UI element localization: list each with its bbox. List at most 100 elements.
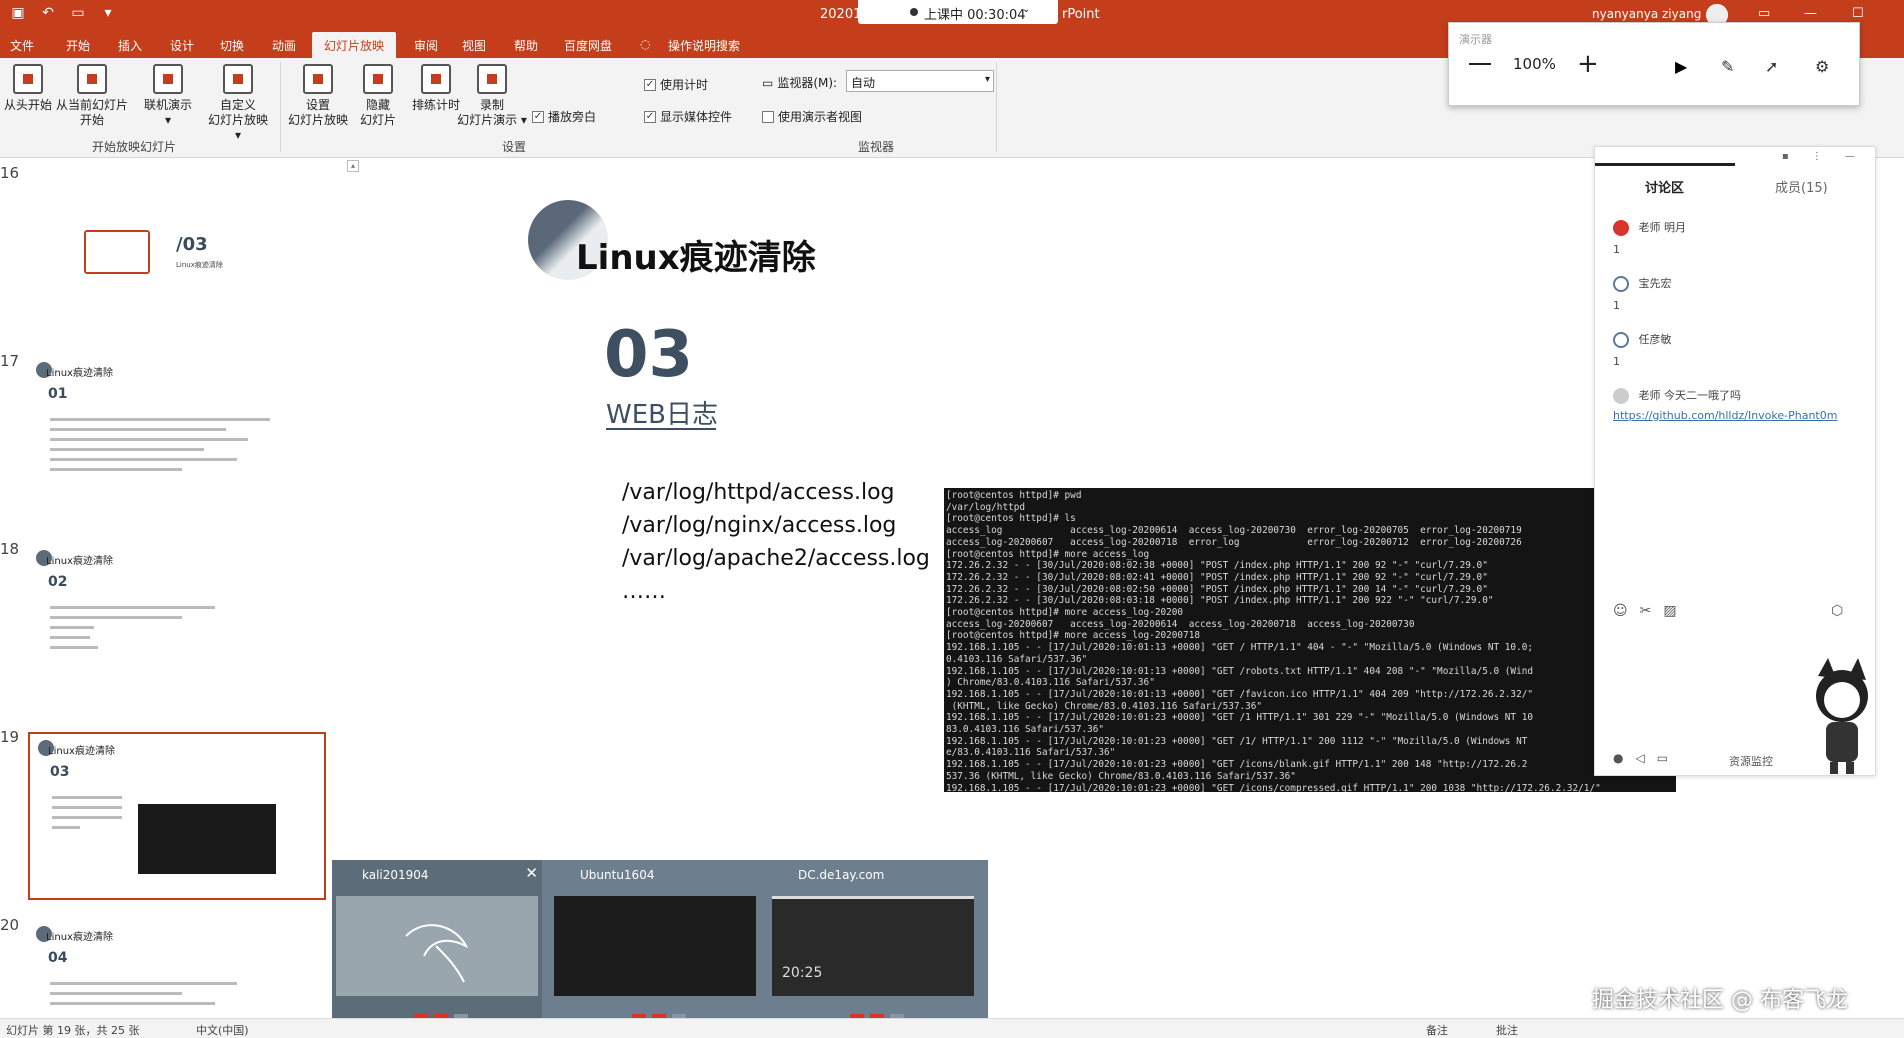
mic-icon[interactable]: ● (1613, 751, 1635, 765)
setup-slideshow-button[interactable]: 设置 幻灯片放映 (284, 64, 352, 128)
slide-thumbnail-18[interactable]: Linux痕迹清除 02 (28, 544, 326, 712)
monitor-label: ▭ 监视器(M): (762, 75, 838, 91)
tab-home[interactable]: 开始 (66, 37, 90, 54)
use-timings-checkbox[interactable]: ✓ 使用计时 (644, 76, 708, 93)
undo-icon[interactable]: ↶ (40, 5, 56, 21)
terminal-line: 83.0.4103.116 Safari/537.36" (946, 724, 1105, 736)
ribbon-display-icon[interactable]: ▭ (1758, 6, 1770, 21)
language-status[interactable]: 中文(中国) (196, 1022, 249, 1038)
chat-message-text: 1 (1613, 299, 1620, 312)
pointer-icon[interactable]: ➚ (1765, 57, 1778, 76)
ribbon-divider (996, 62, 997, 152)
slide-thumbnail-19[interactable]: Linux痕迹清除 03 (28, 732, 326, 900)
chat-message-text: 1 (1613, 355, 1620, 368)
tab-discussion[interactable]: 讨论区 (1645, 177, 1684, 196)
emoji-icon[interactable]: ☺ (1613, 603, 1640, 619)
gear-icon[interactable]: ⚙ (1815, 57, 1829, 76)
user-name[interactable]: nyanyanya ziyang (1592, 7, 1701, 21)
slide-section-number: 03 (604, 318, 694, 392)
scissors-icon[interactable]: ✂ (1640, 603, 1664, 619)
monitor-select[interactable]: 自动 ▾ (846, 70, 994, 92)
scroll-up-icon[interactable]: ▴ (347, 160, 359, 172)
qat-more-icon[interactable]: ▾ (100, 5, 116, 21)
tab-baidu-netdisk[interactable]: 百度网盘 (564, 37, 612, 54)
terminal-line: 192.168.1.105 - - [17/Jul/2020:10:01:23 … (946, 759, 1528, 771)
record-slideshow-button[interactable]: 录制 幻灯片演示 ▾ (456, 64, 528, 128)
vm-name: DC.de1ay.com (798, 868, 885, 882)
subtitle-underline (606, 428, 716, 430)
terminal-screenshot: [root@centos httpd]# pwd/var/log/httpd [r… (944, 488, 1676, 792)
tab-design[interactable]: 设计 (170, 37, 194, 54)
play-narration-checkbox[interactable]: ✓ 播放旁白 (532, 108, 596, 125)
from-current-slide-button[interactable]: 从当前幻灯片 开始 (54, 64, 130, 128)
vm-switcher: kali201904 ✕ Ubuntu1604 DC.de1ay.com 20:… (332, 860, 988, 1038)
panel-window-controls[interactable]: ▪ ⋮ — (1782, 151, 1865, 162)
play-icon[interactable]: ▶ (1675, 57, 1687, 76)
show-media-controls-checkbox[interactable]: ✓ 显示媒体控件 (644, 108, 732, 125)
terminal-line: access_log access_log-20200614 access_lo… (946, 525, 1522, 537)
maximize-icon[interactable]: ☐ (1852, 6, 1864, 21)
slideshow-icon[interactable]: ▭ (70, 5, 86, 21)
log-paths-list: /var/log/httpd/access.log /var/log/nginx… (622, 476, 930, 608)
app-title: rPoint (1062, 7, 1100, 22)
slide-number: 18 (0, 540, 20, 558)
slide-thumbnail-16[interactable]: /03 Linux痕迹清除 (28, 168, 326, 336)
from-beginning-button[interactable]: 从头开始 (2, 64, 54, 113)
speaker-icon[interactable]: ◁ (1635, 751, 1656, 765)
terminal-line: 192.168.1.105 - - [17/Jul/2020:10:01:13 … (946, 688, 1533, 700)
vm-screen (554, 896, 756, 996)
presenter-view-checkbox[interactable]: 使用演示者视图 (762, 108, 862, 125)
terminal-line: 192.168.1.105 - - [17/Jul/2020:10:01:13 … (946, 642, 1533, 654)
hide-slide-button[interactable]: 隐藏 幻灯片 (352, 64, 404, 128)
settings-hex-icon[interactable]: ⬡ (1831, 603, 1843, 619)
document-title: 20201 (820, 7, 862, 22)
chat-message-text: 1 (1613, 243, 1620, 256)
image-icon[interactable]: ▨ (1663, 603, 1688, 619)
pen-icon[interactable]: ✎ (1721, 57, 1734, 76)
vm-thumbnail-kali[interactable]: kali201904 ✕ (332, 860, 542, 1038)
tab-file[interactable]: 文件 (10, 37, 34, 54)
close-icon[interactable]: ✕ (525, 864, 538, 882)
checkbox-unchecked-icon (762, 110, 774, 123)
tab-view[interactable]: 视图 (462, 37, 486, 54)
slideshow-start-icon (13, 64, 43, 94)
chat-link[interactable]: https://github.com/hlldz/Invoke-Phant0m (1613, 409, 1837, 422)
thumb-caption: Linux痕迹清除 (176, 261, 223, 269)
custom-slideshow-button[interactable]: 自定义 幻灯片放映 ▾ (204, 64, 272, 143)
avatar (1613, 332, 1629, 348)
zoom-out-icon[interactable] (1469, 63, 1491, 65)
tab-transitions[interactable]: 切换 (220, 37, 244, 54)
tab-slideshow[interactable]: 幻灯片放映 (312, 32, 397, 60)
class-timer[interactable]: 上课中 00:30:04 ⌄ (858, 0, 1058, 24)
resource-monitor[interactable]: 资源监控 (1729, 753, 1773, 769)
minimize-icon[interactable]: — (1804, 6, 1817, 21)
checkbox-checked-icon: ✓ (532, 110, 544, 123)
tell-me-search[interactable]: 操作说明搜索 (668, 37, 740, 54)
slide-title: Linux痕迹清除 (576, 238, 816, 278)
terminal-line: 172.26.2.32 - - [30/Jul/2020:08:02:41 +0… (946, 571, 1488, 583)
tab-animations[interactable]: 动画 (272, 37, 296, 54)
vm-thumbnail-ubuntu[interactable]: Ubuntu1604 (550, 860, 760, 1038)
slide-thumbnail-17[interactable]: Linux痕迹清除 01 (28, 356, 326, 524)
tab-members[interactable]: 成员(15) (1775, 177, 1828, 196)
tab-review[interactable]: 审阅 (414, 37, 438, 54)
comments-button[interactable]: 批注 (1496, 1022, 1518, 1038)
terminal-line: [root@centos httpd]# more access_log (946, 548, 1150, 560)
present-online-button[interactable]: 联机演示 ▾ (138, 64, 198, 128)
save-icon[interactable]: ▣ (10, 5, 26, 21)
chevron-down-icon[interactable]: ⌄ (1022, 4, 1030, 15)
vm-thumbnail-dc[interactable]: DC.de1ay.com 20:25 (768, 860, 978, 1038)
zoom-in-icon[interactable]: + (1577, 49, 1599, 79)
terminal-line: 192.168.1.105 - - [17/Jul/2020:10:01:23 … (946, 782, 1601, 792)
notes-button[interactable]: 备注 (1426, 1022, 1448, 1038)
computer-illustration-icon (84, 230, 150, 274)
slideshow-current-icon (77, 64, 107, 94)
terminal-line: 192.168.1.105 - - [17/Jul/2020:10:01:13 … (946, 665, 1533, 677)
chat-toolbar: ☺✂▨ (1613, 603, 1689, 619)
terminal-line: ) Chrome/83.0.4103.116 Safari/537.36" (946, 677, 1155, 689)
tab-insert[interactable]: 插入 (118, 37, 142, 54)
screen-share-icon[interactable]: ▭ (1657, 751, 1680, 765)
slide-number: 20 (0, 916, 20, 934)
chat-message: 老师 明月 (1613, 219, 1686, 236)
tab-help[interactable]: 帮助 (514, 37, 538, 54)
